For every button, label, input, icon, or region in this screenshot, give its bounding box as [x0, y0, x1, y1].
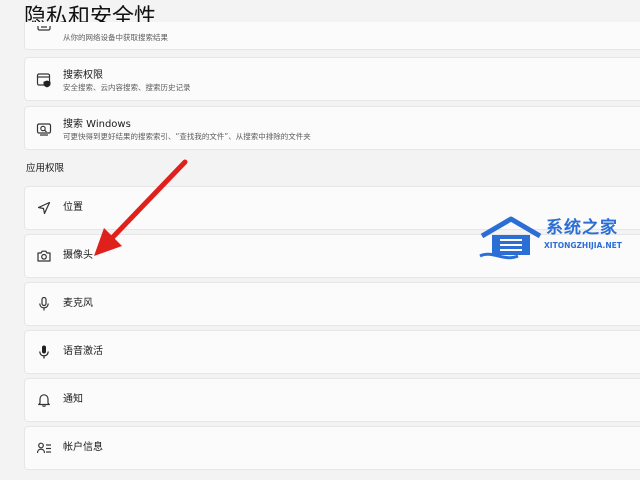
permission-item-label: 帐户信息 — [63, 442, 103, 453]
location-icon — [36, 200, 52, 216]
app-permissions-header: 应用权限 — [26, 163, 65, 174]
permission-item-label: 摄像头 — [63, 250, 93, 261]
network-search-icon — [36, 26, 52, 34]
search-permission-icon — [36, 72, 52, 88]
permission-item-account-info[interactable]: 帐户信息 — [24, 426, 640, 470]
search-windows-desc: 可更快得到更好结果的搜索索引、“查找我的文件”、从搜索中排除的文件夹 — [63, 132, 311, 141]
network-search-card[interactable]: 从你的网络设备中获取搜索结果 — [24, 22, 640, 50]
search-windows-card[interactable]: 搜索 Windows 可更快得到更好结果的搜索索引、“查找我的文件”、从搜索中排… — [24, 106, 640, 150]
permission-item-voice-activation[interactable]: 语音激活 — [24, 330, 640, 374]
permission-item-label: 语音激活 — [63, 346, 103, 357]
notification-bell-icon — [36, 392, 52, 408]
search-permissions-desc: 安全搜索、云内容搜索、搜索历史记录 — [63, 83, 191, 92]
permission-item-notifications[interactable]: 通知 — [24, 378, 640, 422]
search-windows-icon — [36, 121, 52, 137]
microphone-icon — [36, 296, 52, 312]
voice-activation-icon — [36, 344, 52, 360]
account-info-icon — [36, 440, 52, 456]
permission-item-label: 麦克风 — [63, 298, 93, 309]
camera-icon — [36, 248, 52, 264]
permission-item-location[interactable]: 位置 — [24, 186, 640, 230]
permission-item-label: 位置 — [63, 202, 83, 213]
permission-item-label: 通知 — [63, 394, 83, 405]
permission-item-camera[interactable]: 摄像头 — [24, 234, 640, 278]
search-permissions-title: 搜索权限 — [63, 70, 103, 81]
network-search-desc: 从你的网络设备中获取搜索结果 — [63, 33, 168, 42]
search-permissions-card[interactable]: 搜索权限 安全搜索、云内容搜索、搜索历史记录 — [24, 57, 640, 101]
permission-item-microphone[interactable]: 麦克风 — [24, 282, 640, 326]
search-windows-title: 搜索 Windows — [63, 119, 131, 130]
